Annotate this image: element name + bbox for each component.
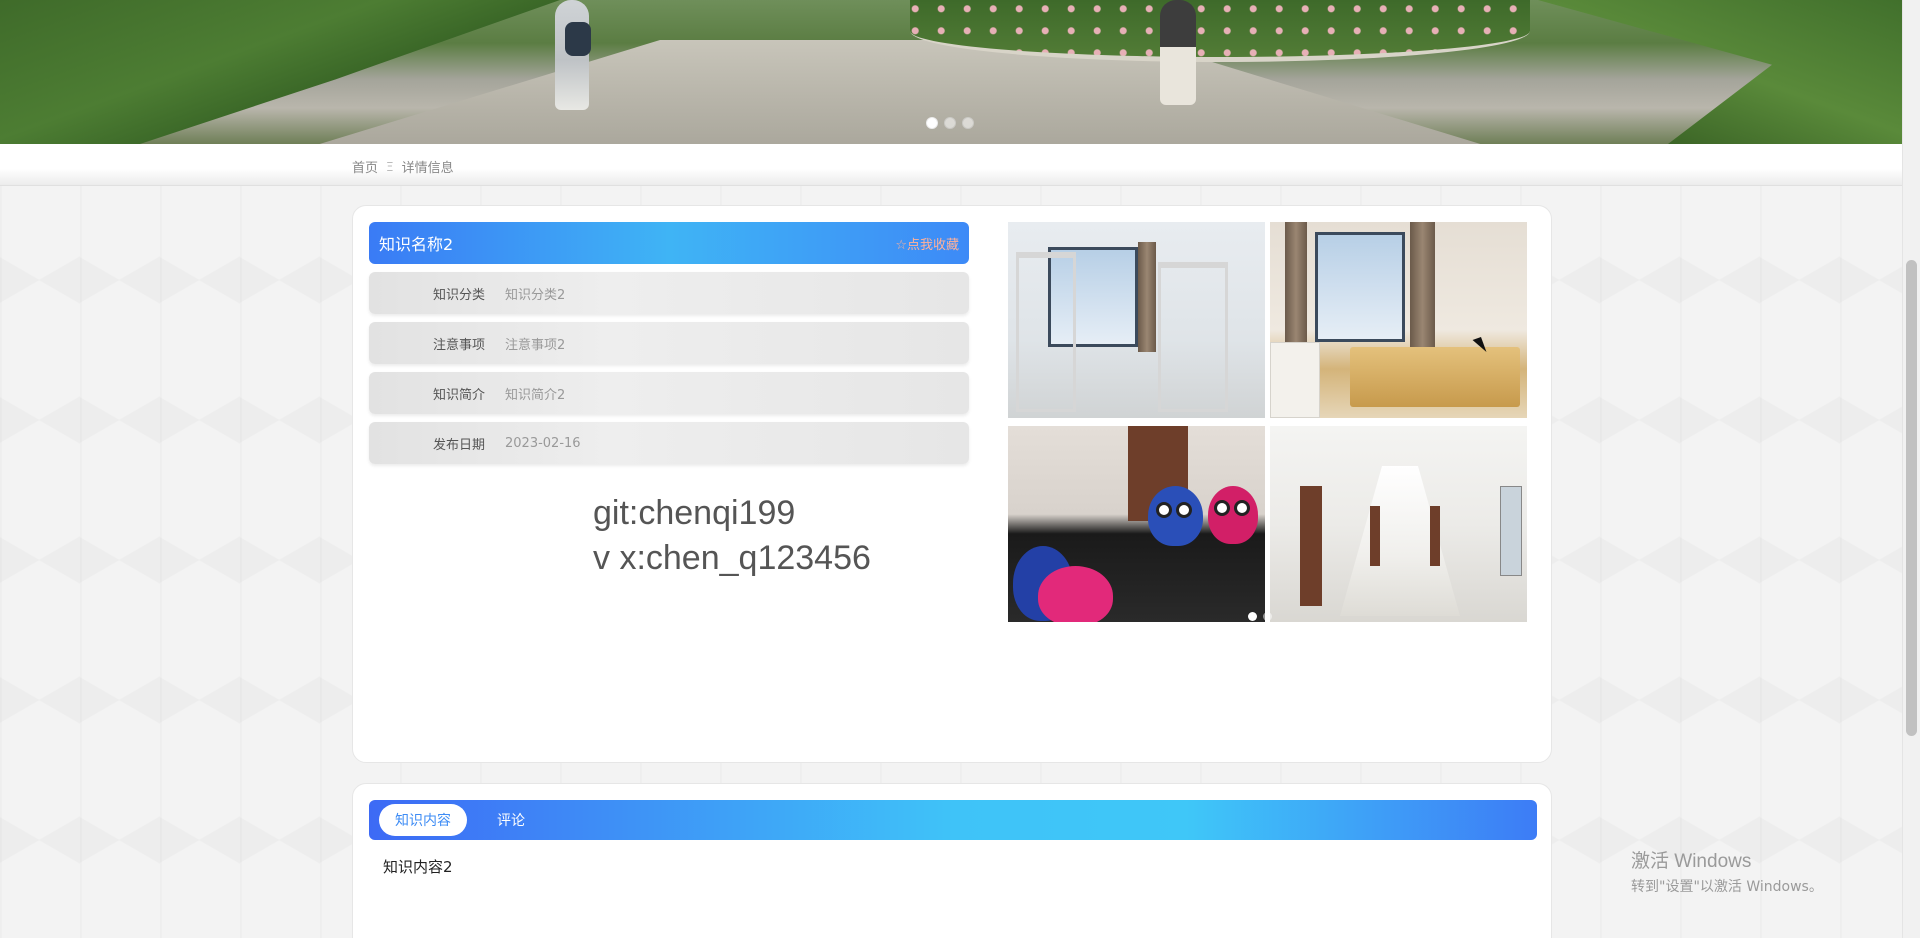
- gallery-image[interactable]: [1008, 426, 1265, 622]
- breadcrumb-home-link[interactable]: 首页: [352, 157, 378, 176]
- banner-flowerbed: [910, 0, 1530, 62]
- banner-dot-1[interactable]: [926, 117, 938, 129]
- tab-knowledge-content[interactable]: 知识内容: [379, 804, 467, 836]
- collect-button[interactable]: ☆点我收藏: [895, 234, 959, 253]
- activation-title: 激活 Windows: [1631, 851, 1752, 872]
- field-row-summary: 知识简介 知识简介2: [369, 372, 969, 414]
- gallery-indicators: [1248, 612, 1272, 621]
- field-row-category: 知识分类 知识分类2: [369, 272, 969, 314]
- tab-comments[interactable]: 评论: [481, 804, 541, 836]
- field-row-date: 发布日期 2023-02-16: [369, 422, 969, 464]
- field-label: 注意事项: [432, 337, 485, 353]
- banner-dot-3[interactable]: [962, 117, 974, 129]
- image-gallery: [1005, 222, 1535, 624]
- banner-dot-2[interactable]: [944, 117, 956, 129]
- detail-title-bar: 知识名称2 ☆点我收藏: [369, 222, 969, 264]
- field-value: 知识简介2: [505, 387, 566, 403]
- field-label: 发布日期: [432, 437, 485, 453]
- tab-content-text: 知识内容2: [383, 858, 453, 876]
- breadcrumb: 首页 Ξ 详情信息: [352, 157, 454, 177]
- breadcrumb-separator: Ξ: [386, 159, 394, 174]
- detail-title: 知识名称2: [379, 235, 454, 254]
- field-row-notes: 注意事项 注意事项2: [369, 322, 969, 364]
- field-label: 知识分类: [432, 287, 485, 303]
- detail-panel: 知识名称2 ☆点我收藏 知识分类 知识分类2 注意事项 注意事项2 知识简介 知…: [352, 205, 1552, 763]
- gallery-image[interactable]: [1270, 426, 1527, 622]
- page-scrollbar-thumb[interactable]: [1906, 260, 1917, 736]
- content-panel: 知识内容 评论 知识内容2: [352, 783, 1552, 938]
- gallery-dot-2[interactable]: [1263, 612, 1272, 621]
- field-label: 知识简介: [432, 387, 485, 403]
- contact-watermark: git:chenqi199 v x:chen_q123456: [593, 491, 871, 581]
- banner-carousel: [0, 0, 1902, 144]
- watermark-line: git:chenqi199: [593, 494, 796, 532]
- tab-bar: 知识内容 评论: [369, 800, 1537, 840]
- gallery-image[interactable]: [1008, 222, 1265, 418]
- gallery-dot-1[interactable]: [1248, 612, 1257, 621]
- banner-indicators: [926, 117, 974, 129]
- field-value: 注意事项2: [505, 337, 566, 353]
- field-value: 2023-02-16: [505, 435, 581, 451]
- gallery-image[interactable]: [1270, 222, 1527, 418]
- breadcrumb-bar: 首页 Ξ 详情信息: [0, 144, 1902, 186]
- watermark-line: v x:chen_q123456: [593, 539, 871, 577]
- detail-info: 知识名称2 ☆点我收藏 知识分类 知识分类2 注意事项 注意事项2 知识简介 知…: [369, 222, 969, 464]
- field-value: 知识分类2: [505, 287, 566, 303]
- breadcrumb-current: 详情信息: [401, 161, 454, 176]
- banner-person: [1160, 0, 1196, 105]
- banner-backpack: [565, 22, 591, 56]
- windows-activation-watermark: 激活 Windows 转到"设置"以激活 Windows。: [1631, 846, 1823, 896]
- activation-hint: 转到"设置"以激活 Windows。: [1631, 879, 1823, 895]
